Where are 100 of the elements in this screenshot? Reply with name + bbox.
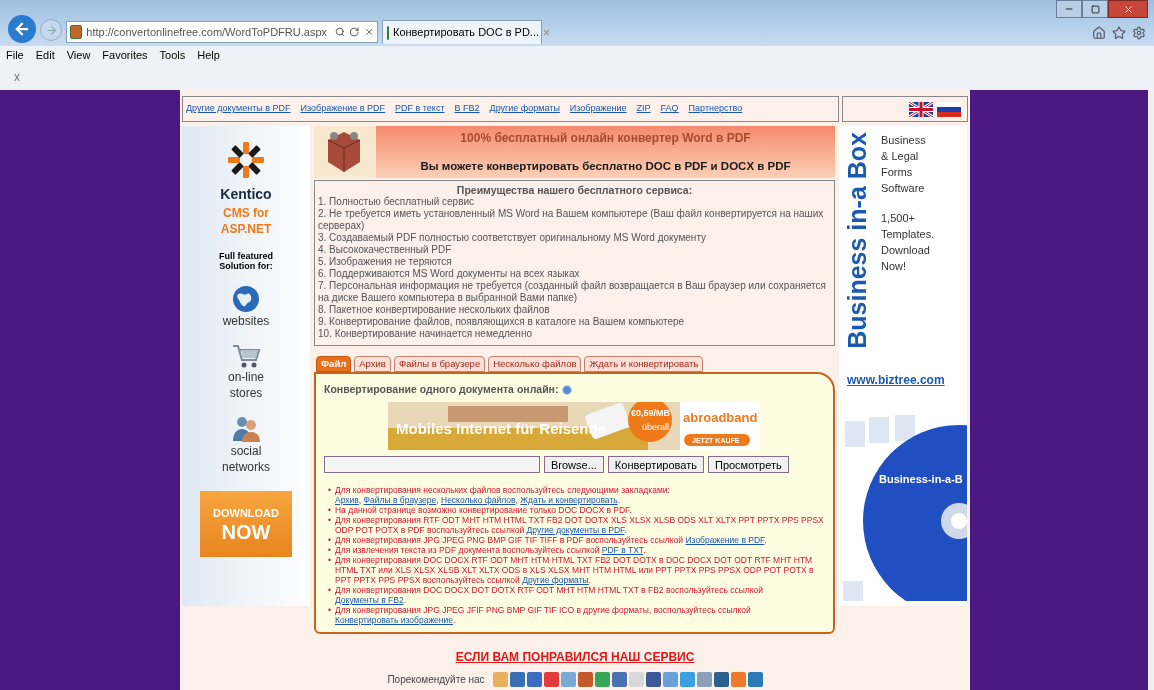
note-item: Для конвертирования нескольких файлов воспользуйтесь следующими закладками: Архив, Файлы в браузере, Несколько файлов, Ждать и конвертировать. [335,484,670,505]
russian-flag-icon[interactable] [937,101,961,117]
share-icon[interactable] [594,672,610,687]
back-button[interactable] [8,15,36,43]
download-label: DOWNLOAD [213,505,279,521]
nav-link[interactable]: Изображение [569,102,627,116]
share-icon[interactable] [679,672,695,687]
banner-brand: abroadband [683,408,758,427]
tab[interactable]: Файлы в браузере [393,356,486,372]
bullet-marker: • [328,484,331,497]
file-path-field[interactable] [324,455,540,473]
menu-item[interactable]: Favorites [102,46,148,64]
note-item: Для конвертирования JPG JPEG PNG BMP GIF TIF TIFF в PDF воспользуйтесь ссылкой Изображение в PDF. [335,534,767,545]
advantage-item: 3. Создаваемый PDF полностью соответствует оригинальному MS Word документу [318,232,708,244]
note-link[interactable]: Документы в FB2 [335,594,404,605]
note-item: Для конвертирования RTF ODT MHT HTM HTML TXT FB2 DOT DOTX XLS XLSX XLSB ODS XLT XLTX PPT PPTX PPS PPSX ODP POT POTX в PDF воспользуйтесь ссылкой Другие документы в PDF. [335,514,825,535]
nav-link[interactable]: FAQ [660,102,679,116]
share-icon[interactable] [611,672,627,687]
advert-offer: Download [881,243,931,258]
note-item: Для конвертирования DOC DOCX DOT DOTX RTF ODT MHT HTM HTML TXT в FB2 воспользуйтесь ссылкой Документы в FB2. [335,584,765,605]
refresh-icon [349,26,360,38]
nav-link[interactable]: ZIP [636,102,651,116]
nav-link[interactable]: Партнерство [688,102,743,116]
forward-arrow-icon [44,23,58,37]
nav-link[interactable]: Другие документы в PDF [186,102,291,116]
note-link[interactable]: Несколько файлов [441,494,516,505]
word-cube-icon [314,126,376,178]
share-icon[interactable] [645,672,661,687]
nav-link[interactable]: Изображение в PDF [300,102,386,116]
tab[interactable]: Архив [354,356,391,372]
tab-title: Конвертировать DOC в PD... [393,25,539,41]
form-button[interactable]: Просмотреть [707,455,789,473]
footer-heading: ЕСЛИ ВАМ ПОНРАВИЛСЯ НАШ СЕРВИС [455,649,695,666]
form-button[interactable]: Конвертировать [607,455,704,473]
advert-vertical-title: Business in-a Box [843,132,871,349]
bullet-marker: • [328,534,331,545]
bullet-marker: • [328,604,331,617]
note-link[interactable]: Конвертировать изображение [335,614,453,625]
note-link[interactable]: Архив [335,494,359,505]
bullet-marker: • [328,514,331,527]
advantage-item: 2. Не требуется иметь установленный MS Word на Вашем компьютере (Ваш файл конвертируется на наших серверах) [318,208,825,232]
share-icon[interactable] [543,672,559,687]
disc-label: Business-in-a-B [879,471,963,487]
note-link[interactable]: Другие форматы [522,574,589,585]
note-item: Для конвертирования DOC DOCX RTF ODT MHT HTM HTML TXT FB2 DOT DOTX в DOC DOCX DOT ODT RTF MHT HTM HTML TXT или XLS XLSX XLSB XLT XLTX ODS в XLS XLSX MHT HTM HTML или PPT PPTX PPS PPSX ODP POT POTX в PPT PPTX PPS PPSX воспользуйтесь ссылкой Другие форматы. [335,554,815,585]
menu-item[interactable]: Tools [159,46,186,64]
advantage-item: 9. Конвертирование файлов, появляющихся в каталоге на Вашем компьютере [318,316,686,328]
advantage-item: 6. Поддерживаются MS Word документы на всех языках [318,268,581,280]
nav-link[interactable]: Другие форматы [489,102,560,116]
share-icon[interactable] [713,672,729,687]
maximize-button[interactable] [1082,0,1108,18]
uk-flag-icon[interactable] [909,101,933,117]
advert-tagline: CMS for [223,205,269,221]
header-subtitle: Вы можете конвертировать бесплатно DOC в PDF и DOCX в PDF [420,158,791,174]
close-button[interactable] [1108,0,1148,18]
advantage-item: 7. Персональная информация не требуется (созданный файл возвращается в Ваш браузер или сохраняется на диске Вашего компьютера в выбранной Вами папке) [318,280,827,304]
form-button[interactable]: Browse... [544,455,604,473]
advert-offer: Now! [881,259,908,274]
advert-offer: Templates. [881,227,935,242]
advantage-item: 5. Изображения не теряются [318,256,453,268]
share-icon[interactable] [747,672,763,687]
url-text: http://convertonlinefree.com/WordToPDFRU.aspx [86,24,327,40]
bullet-marker: • [328,504,331,515]
tab[interactable]: Несколько файлов [488,356,582,372]
note-item: Для извлечения текста из PDF документа воспользуйтесь ссылкой PDF в TXT. [335,544,646,555]
advert-line: & Legal [881,149,920,164]
menu-item[interactable]: File [6,46,24,64]
minimize-button[interactable] [1056,0,1082,18]
bullet-marker: • [328,554,331,567]
advert-brand: Kentico [220,185,272,204]
share-icon[interactable] [509,672,525,687]
banner-price: €0,59/MB [631,406,671,420]
note-link[interactable]: Ждать и конвертировать [520,494,618,505]
banner-price-note: überall [642,420,670,434]
note-item: На данной странице возможно конвертирование только DOC DOCX в PDF. [335,504,632,515]
menu-item[interactable]: Edit [35,46,55,64]
advert-offer: 1,500+ [881,211,916,226]
advert-tagline: ASP.NET [220,221,272,237]
download-label: NOW [221,521,271,544]
note-link[interactable]: PDF в TXT [601,544,644,555]
command-close-button[interactable]: x [14,68,20,86]
tab[interactable]: Ждать и конвертировать [584,356,704,372]
close-icon [1122,3,1134,15]
advert-feature: websites [221,313,271,329]
share-icon[interactable] [730,672,746,687]
converter-heading: Конвертирование одного документа онлайн: [324,382,559,397]
address-bar[interactable]: http://convertonlinefree.com/WordToPDFRU.aspx [66,21,378,43]
nav-link[interactable]: В FB2 [454,102,480,116]
left-advert[interactable]: Kentico CMS for ASP.NET Full featured Solution for: websites on-line stores social networks DOWNLOAD NOW [182,126,310,606]
advantage-item: 8. Пакетное конвертирование нескольких файлов [318,304,551,316]
menu-item[interactable]: View [66,46,91,64]
share-icon[interactable] [577,672,593,687]
advert-url[interactable]: www.biztree.com [847,370,967,389]
favorites-icon [1112,26,1126,40]
nav-link[interactable]: PDF в текст [395,102,445,116]
bullet-marker: • [328,544,331,555]
share-icon[interactable] [526,672,542,687]
menu-item[interactable]: Help [197,46,220,64]
advert-feature: social networks [221,443,271,475]
help-icon[interactable] [562,384,573,395]
